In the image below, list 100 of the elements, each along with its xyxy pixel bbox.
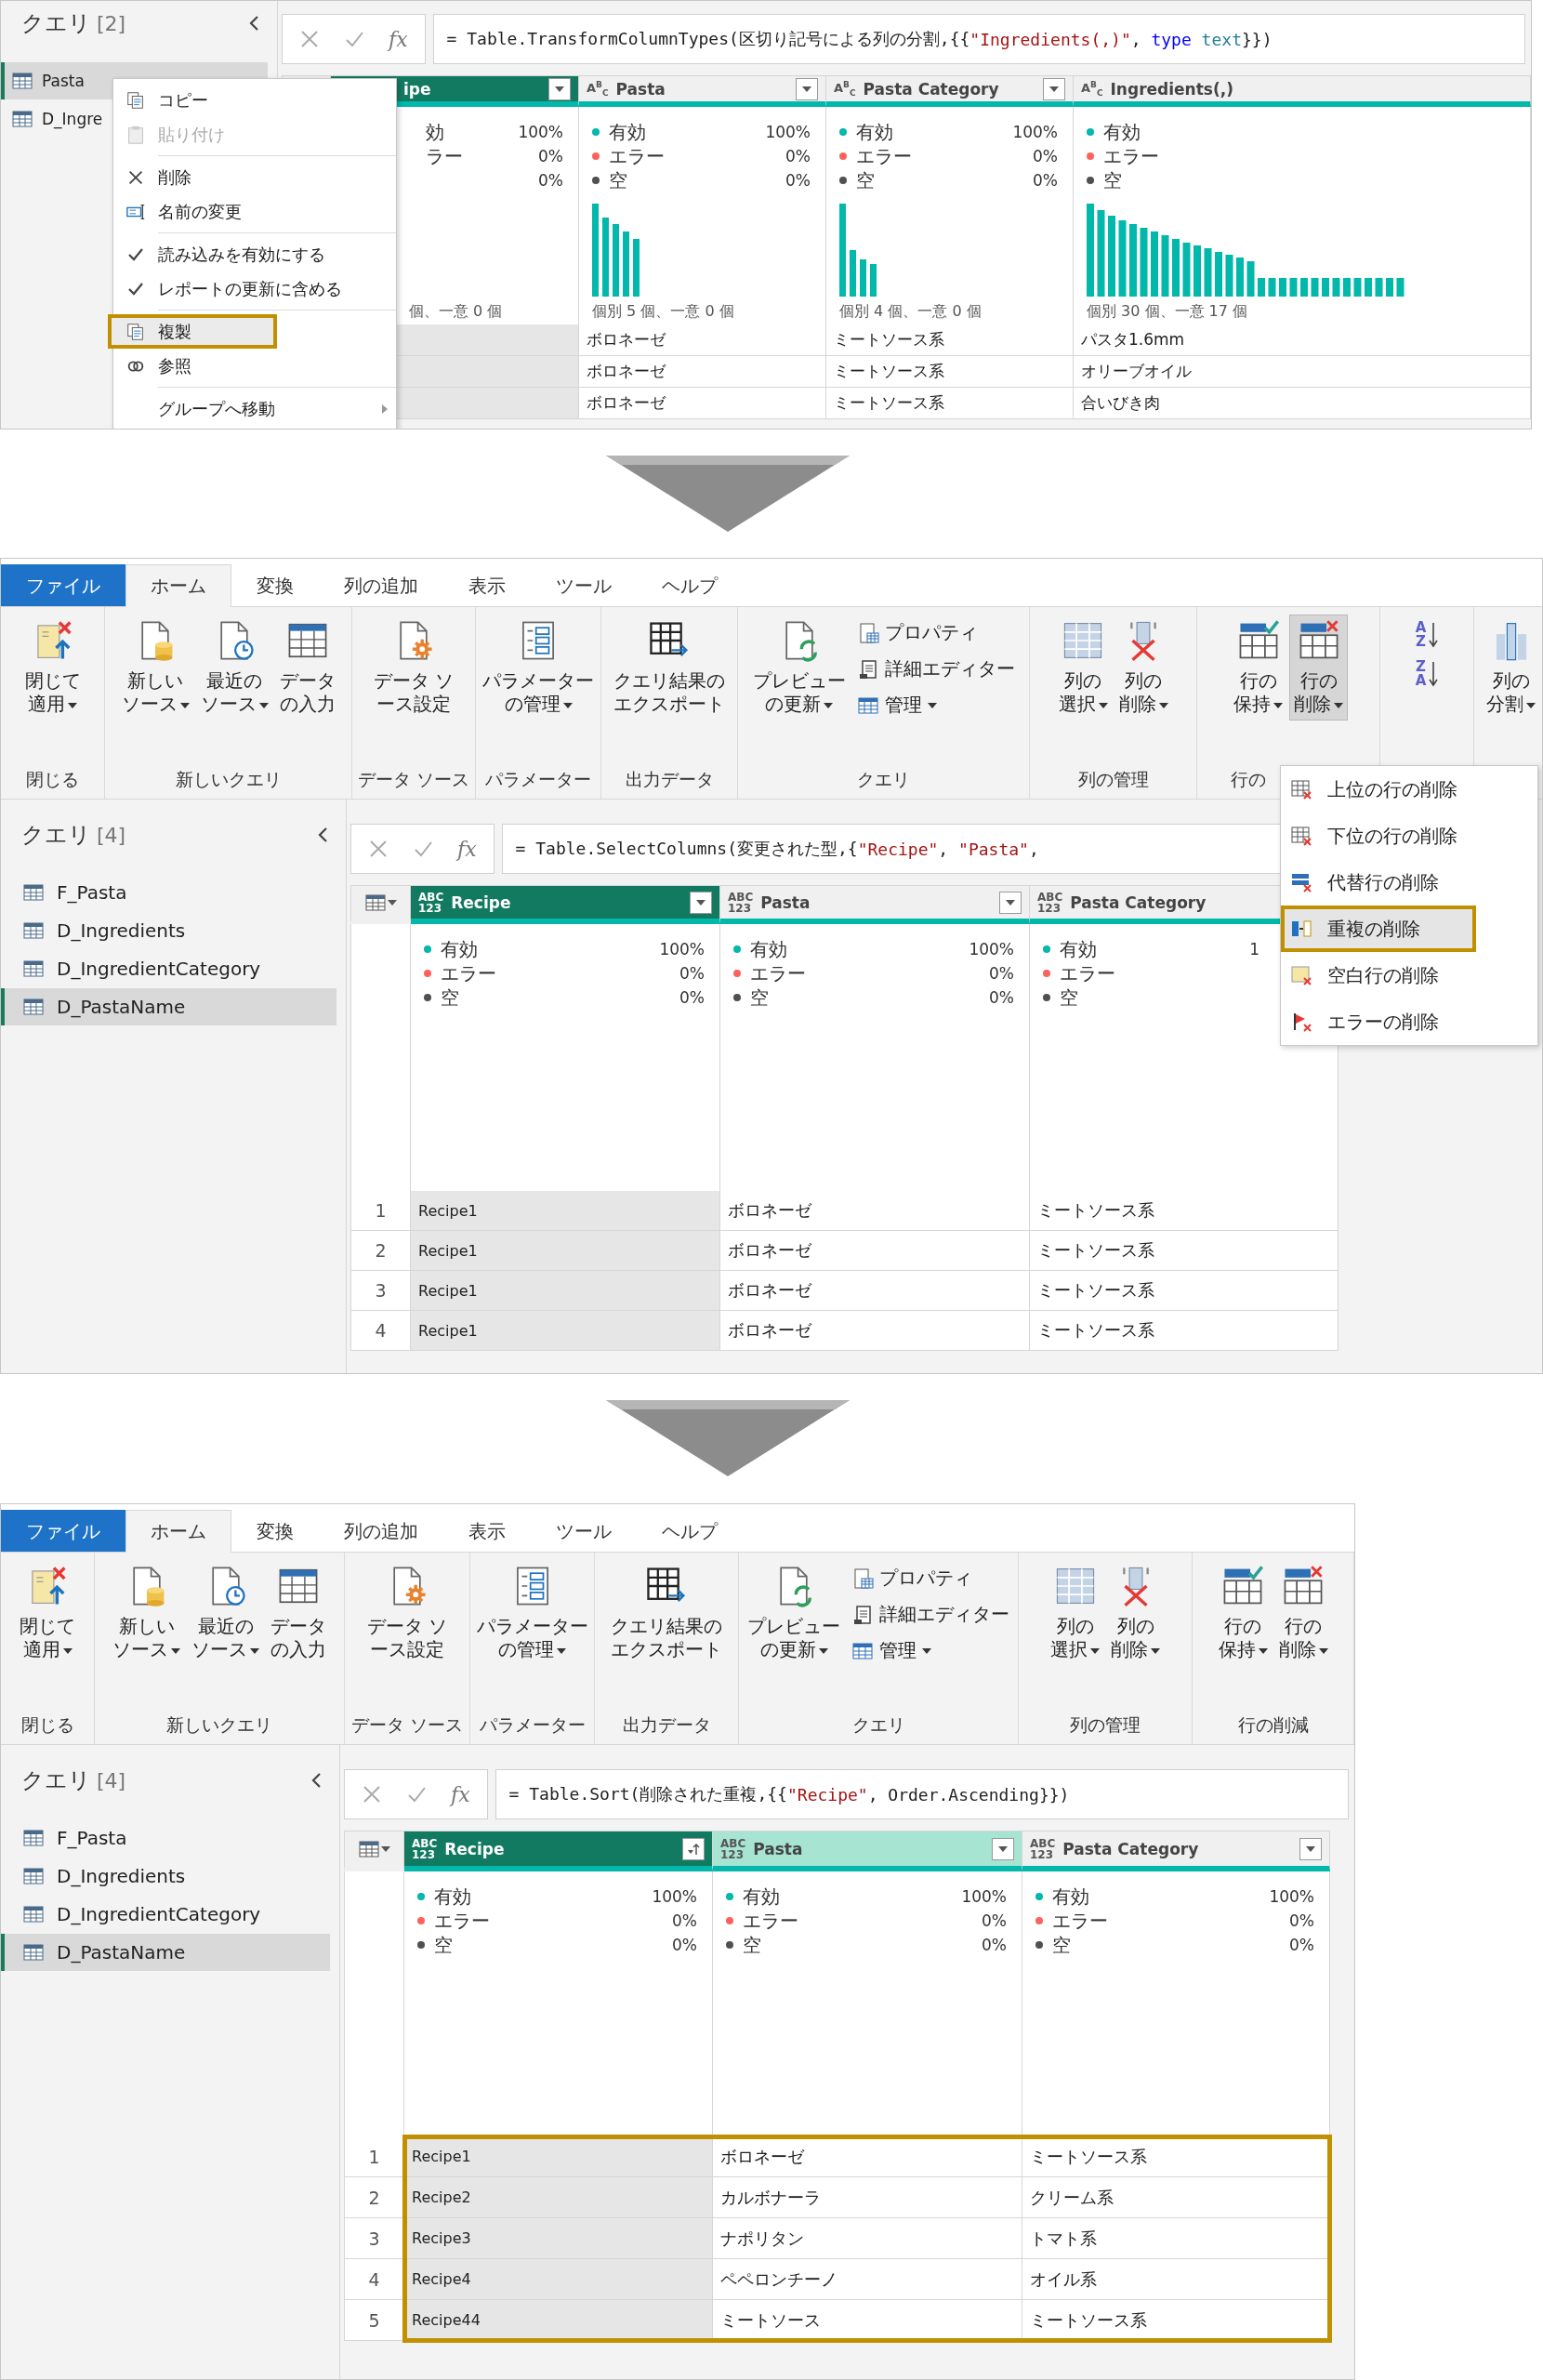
group-label: 行の削減 (1237, 1713, 1309, 1737)
row-number: 1 (344, 2136, 404, 2177)
table-cell: ミートソース系 (1030, 1311, 1339, 1351)
table-cell: ミートソース系 (826, 388, 1074, 419)
group-label: 出力データ (622, 1713, 711, 1737)
stat-label: 有効 (1060, 936, 1097, 962)
stat-label: エラー (441, 960, 496, 986)
group-label: 閉じる (26, 768, 79, 791)
group-label: 閉じる (20, 1713, 74, 1737)
stat-label: ラー (426, 143, 463, 169)
column-name: Pasta Category (1070, 892, 1207, 912)
stat-value: 0% (1033, 147, 1058, 165)
column-name: ipe (403, 79, 431, 99)
stat-label: エラー (743, 1908, 798, 1934)
table-cell: ボロネーゼ (579, 388, 826, 419)
panel-title: クエリ (21, 9, 91, 38)
table-cell: ボロネーゼ (713, 2136, 1022, 2177)
row-number: 2 (350, 1231, 411, 1271)
column-name: Pasta (615, 79, 666, 99)
stat-value: 0% (982, 1911, 1007, 1930)
row-number: 3 (350, 1271, 411, 1311)
fx-label: fx (451, 1782, 470, 1806)
stat-label: エラー (856, 143, 912, 169)
stat-value: 0% (989, 988, 1014, 1007)
group-label: データ ソース (350, 1713, 463, 1737)
stat-label: 空 (743, 1932, 761, 1958)
table-cell: Recipe1 (404, 2136, 713, 2177)
stat-value: 0% (672, 1911, 697, 1930)
stat-value: 100% (969, 940, 1014, 959)
group-label: データ ソース (357, 768, 469, 791)
table-cell: カルボナーラ (713, 2177, 1022, 2218)
row-number: 3 (344, 2218, 404, 2259)
stat-label: 有効 (743, 1884, 780, 1910)
column-name: Recipe (451, 892, 511, 912)
column-name: Pasta Category (863, 79, 999, 99)
group-label: 列の管理 (1077, 768, 1149, 791)
table-cell: Recipe1 (411, 1231, 720, 1271)
table-cell: Recipe4 (404, 2259, 713, 2300)
table-cell: 合いびき肉 (1074, 388, 1531, 419)
table-cell: Recipe44 (404, 2300, 713, 2341)
stat-label: エラー (434, 1908, 490, 1934)
stat-label: 有効 (856, 119, 893, 145)
table-cell: ミートソース系 (826, 324, 1074, 356)
query-count: [4] (97, 823, 126, 847)
row-number: 4 (344, 2259, 404, 2300)
stat-label: 空 (609, 167, 627, 193)
stat-label: 空 (750, 985, 769, 1011)
data-type-label: ABC 123 (728, 891, 754, 914)
stat-value: 0% (785, 147, 811, 165)
row-number: 2 (344, 2177, 404, 2218)
stat-value: 0% (785, 171, 811, 190)
stat-value: 0% (679, 964, 705, 983)
table-cell: Recipe1 (411, 1191, 720, 1231)
stat-label: 有効 (434, 1884, 471, 1910)
panel-title: クエリ (21, 1766, 91, 1795)
group-label: 列の管理 (1070, 1713, 1141, 1737)
distinct-count: 個別 5 個、一意 0 個 (592, 302, 735, 322)
stat-label: 効 (426, 119, 444, 145)
table-cell: ボロネーゼ (720, 1271, 1030, 1311)
stat-label: 有効 (609, 119, 646, 145)
panel-title: クエリ (21, 821, 91, 850)
distinct-count: 個別 4 個、一意 0 個 (839, 302, 983, 322)
column-name: Recipe (444, 1839, 505, 1858)
table-cell: ミートソース系 (1030, 1191, 1339, 1231)
stat-label: 空 (1060, 985, 1078, 1011)
group-label: 出力データ (625, 768, 714, 791)
table-cell: ボロネーゼ (720, 1191, 1030, 1231)
table-cell: パスタ1.6mm (1074, 324, 1531, 356)
query-count: [4] (97, 1768, 126, 1792)
stat-value: 100% (518, 123, 563, 141)
table-cell: Recipe1 (411, 1271, 720, 1311)
stat-label: エラー (1052, 1908, 1108, 1934)
stat-value: 100% (765, 123, 811, 141)
stat-value: 0% (538, 147, 563, 165)
group-label: 新しいクエリ (175, 768, 282, 791)
table-cell: ミートソース系 (1030, 1231, 1339, 1271)
stat-value: 100% (1269, 1887, 1314, 1906)
stat-value: 0% (989, 964, 1014, 983)
stat-label: エラー (609, 143, 665, 169)
query-count: [2] (97, 11, 126, 35)
row-number: 1 (350, 1191, 411, 1231)
table-cell: ナポリタン (713, 2218, 1022, 2259)
stat-label: 有効 (441, 936, 478, 962)
data-type-label: ABC 123 (412, 1837, 438, 1860)
stat-value: 100% (961, 1887, 1007, 1906)
table-cell: ボロネーゼ (579, 324, 826, 356)
table-cell: ペペロンチーノ (713, 2259, 1022, 2300)
table-cell: ボロネーゼ (720, 1231, 1030, 1271)
group-label: パラメーター (479, 1713, 586, 1737)
stat-value: 100% (659, 940, 705, 959)
stat-label: 有効 (1052, 1884, 1089, 1910)
table-cell: Recipe3 (404, 2218, 713, 2259)
group-label: パラメーター (485, 768, 591, 791)
stat-label: 有効 (750, 936, 787, 962)
stat-label: 空 (1052, 1932, 1071, 1958)
stat-value: 100% (1012, 123, 1058, 141)
group-label: 新しいクエリ (166, 1713, 272, 1737)
data-type-label: ABC 123 (1037, 891, 1063, 914)
stat-value: 100% (652, 1887, 697, 1906)
row-number: 5 (344, 2300, 404, 2341)
